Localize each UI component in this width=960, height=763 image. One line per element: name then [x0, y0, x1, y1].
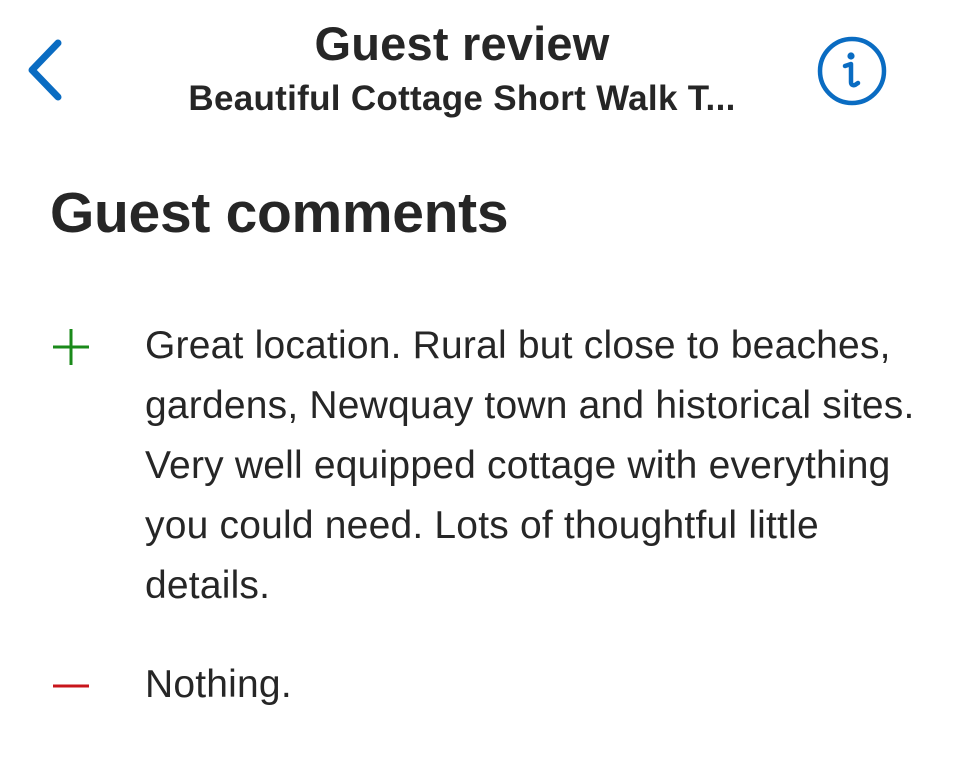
guest-comments-heading: Guest comments: [50, 181, 509, 245]
navigation-bar: Guest review Beautiful Cottage Short Wal…: [0, 0, 960, 140]
negative-comment-text: Nothing.: [145, 663, 292, 706]
title-block: Guest review Beautiful Cottage Short Wal…: [120, 14, 804, 124]
page-title: Guest review: [314, 17, 610, 70]
property-name-subtitle: Beautiful Cottage Short Walk T...: [188, 79, 736, 118]
plus-icon: [50, 326, 92, 368]
minus-icon: [50, 665, 92, 707]
chevron-left-icon: [26, 39, 66, 101]
info-circle-icon: [816, 35, 888, 107]
back-button[interactable]: [14, 30, 78, 110]
info-button[interactable]: [812, 34, 892, 108]
positive-comment-text: Great location. Rural but close to beach…: [145, 324, 915, 607]
